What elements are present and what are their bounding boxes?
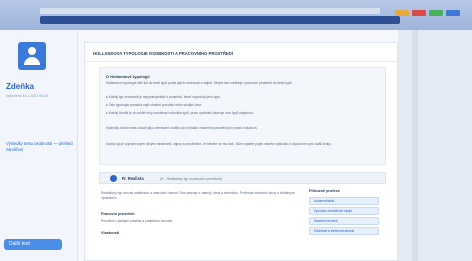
card-divider bbox=[85, 61, 397, 62]
card-title: HOLLANDOVA TYPOLOGIE OSOBNOSTI A PRACOVN… bbox=[93, 51, 233, 56]
top-header-band bbox=[0, 0, 472, 30]
profession-pill[interactable]: Operátor obráběcích strojů bbox=[309, 207, 379, 215]
intro-bullet: ● Každý člověk je do určité míry kombina… bbox=[106, 111, 254, 115]
main-content: HOLLANDOVA TYPOLOGIE OSOBNOSTI A PRACOVN… bbox=[78, 30, 398, 261]
flag-blue bbox=[446, 10, 460, 16]
intro-bullet: ● Každý typ osobnosti je nejspokojenější… bbox=[106, 95, 221, 99]
result-tab-bar[interactable]: R: Realista (R - Realistický typ osobnos… bbox=[99, 172, 386, 184]
typology-card: HOLLANDOVA TYPOLOGIE OSOBNOSTI A PRACOVN… bbox=[84, 42, 398, 261]
result-tab-subtitle: (R - Realistický typ osobnosti a prostře… bbox=[160, 176, 222, 181]
flag-orange bbox=[395, 10, 409, 16]
user-name: Zdeňka bbox=[6, 82, 35, 91]
user-avatar-icon bbox=[18, 42, 46, 70]
header-color-flags bbox=[395, 10, 460, 16]
section-title-traits: Vlastnosti bbox=[101, 231, 120, 235]
environment-text: Prostředí s jasnými pravidly a prakticko… bbox=[101, 219, 174, 223]
flag-red bbox=[412, 10, 426, 16]
profession-pill[interactable]: Elektrikář a elektromechanik bbox=[309, 227, 379, 235]
header-bar bbox=[40, 16, 400, 24]
sidebar-next-test-button[interactable]: Další test bbox=[4, 239, 62, 250]
intro-box: O Hollandově typologii Hollandova typolo… bbox=[99, 67, 386, 165]
flag-green bbox=[429, 10, 443, 16]
user-date: Vytvořeno 14.1.2022 09:15 bbox=[6, 94, 48, 98]
sidebar-results-link[interactable]: Výsledky testu osobnosti — přehled zaměř… bbox=[6, 141, 76, 152]
result-tab-label: R: Realista bbox=[122, 176, 144, 181]
intro-paragraph: Výsledky tohoto testu slouží jako orient… bbox=[106, 126, 258, 130]
intro-bullet: ● Tato typologie pomáhá najít vhodné pov… bbox=[106, 103, 203, 107]
intro-paragraph: Každý typ je popsán svými silnými stránk… bbox=[106, 142, 332, 146]
related-professions-title: Příbuzné profese bbox=[309, 189, 340, 193]
result-description: Realistický typ má rád praktickou a manu… bbox=[101, 191, 295, 200]
scroll-track[interactable] bbox=[412, 30, 418, 261]
profession-pill[interactable]: Stavební technik bbox=[309, 217, 379, 225]
profession-pill[interactable]: Automechanik bbox=[309, 197, 379, 205]
intro-title: O Hollandově typologii bbox=[106, 74, 150, 79]
right-gutter bbox=[398, 30, 472, 261]
sidebar: Zdeňka Vytvořeno 14.1.2022 09:15 Výsledk… bbox=[0, 30, 78, 261]
chevron-down-icon[interactable] bbox=[110, 175, 117, 182]
intro-paragraph: Hollandova typologie dělí lidi do šesti … bbox=[106, 81, 293, 85]
section-title-environment: Pracovní prostředí bbox=[101, 212, 135, 216]
header-stripe bbox=[40, 8, 380, 14]
